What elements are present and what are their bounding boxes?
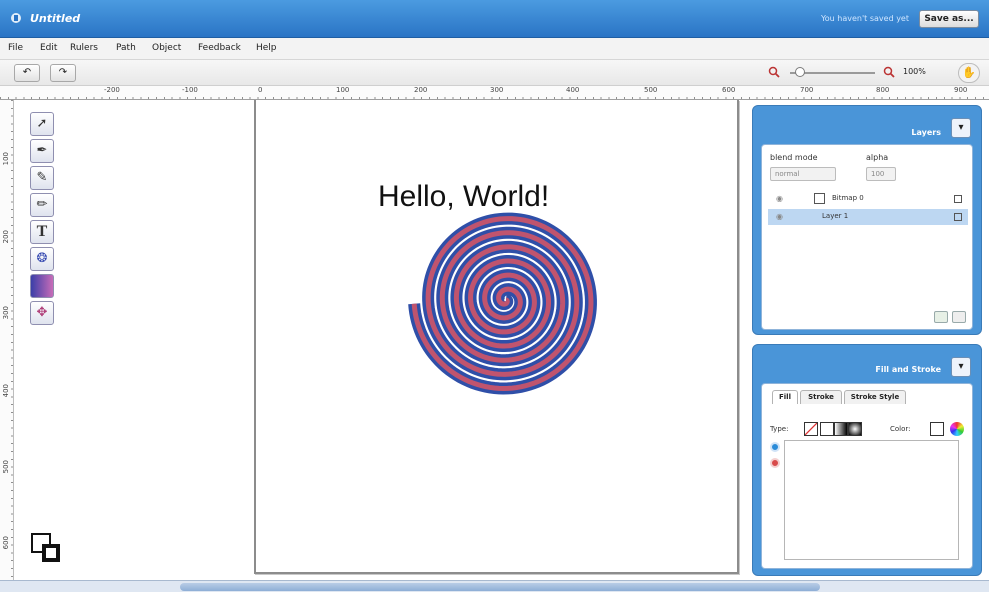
hand-tool-button[interactable]: ✋ xyxy=(958,63,980,83)
fill-stroke-swatch-icon[interactable] xyxy=(30,532,62,564)
gradient-editor-area[interactable] xyxy=(784,440,959,560)
ruler-label: 700 xyxy=(800,86,814,94)
zoom-out-icon[interactable] xyxy=(768,66,780,78)
solid-fill-icon[interactable] xyxy=(820,422,834,436)
spiral-shape[interactable] xyxy=(400,200,612,400)
transform-tool-button[interactable]: ✥ xyxy=(30,301,54,325)
lock-icon[interactable] xyxy=(954,213,962,221)
layers-panel-title: Layers xyxy=(911,128,941,137)
ruler-label: -100 xyxy=(182,86,198,94)
save-as-button[interactable]: Save as... xyxy=(919,10,979,28)
menu-object[interactable]: Object xyxy=(152,43,181,53)
ruler-label: 400 xyxy=(566,86,580,94)
ruler-label: -200 xyxy=(104,86,120,94)
window-title: Untitled xyxy=(30,12,81,25)
zoom-value: 100% xyxy=(903,67,926,76)
ruler-label: 100 xyxy=(2,152,10,166)
color-label: Color: xyxy=(890,425,911,433)
menu-path[interactable]: Path xyxy=(116,43,136,53)
fill-stroke-panel-title: Fill and Stroke xyxy=(875,365,941,374)
ruler-label: 300 xyxy=(490,86,504,94)
app-icon xyxy=(11,13,21,23)
lock-icon[interactable] xyxy=(954,195,962,203)
ruler-label: 500 xyxy=(2,460,10,474)
type-label: Type: xyxy=(770,425,789,433)
menu-rulers[interactable]: Rulers xyxy=(70,43,98,53)
ruler-label: 200 xyxy=(414,86,428,94)
layer-name: Bitmap 0 xyxy=(832,194,864,202)
delete-layer-icon[interactable] xyxy=(952,311,966,323)
zoom-slider-thumb[interactable] xyxy=(795,67,805,77)
ruler-label: 200 xyxy=(2,230,10,244)
layers-panel-body: blend mode normal alpha 100 ◉ Bitmap 0 ◉… xyxy=(761,144,973,330)
toolbar: ↶ ↷ 100% ✋ xyxy=(0,60,989,86)
ruler-label: 500 xyxy=(644,86,658,94)
layer-name: Layer 1 xyxy=(822,212,849,220)
blend-mode-label: blend mode xyxy=(770,153,818,162)
layer-row-layer-1[interactable]: ◉ Layer 1 xyxy=(768,209,968,225)
ruler-label: 0 xyxy=(258,86,263,94)
layer-row-bitmap-0[interactable]: ◉ Bitmap 0 xyxy=(768,191,968,207)
fill-stroke-panel-menu-button[interactable]: ▾ xyxy=(951,357,971,377)
alpha-label: alpha xyxy=(866,153,889,162)
ruler-label: 100 xyxy=(336,86,350,94)
visibility-icon[interactable]: ◉ xyxy=(776,212,783,221)
layers-panel-menu-button[interactable]: ▾ xyxy=(951,118,971,138)
horizontal-scrollbar[interactable] xyxy=(0,580,989,592)
pencil-tool-button[interactable]: ✏ xyxy=(30,193,54,217)
ruler-label: 300 xyxy=(2,306,10,320)
fill-and-stroke-panel: Fill and Stroke ▾ Fill Stroke Stroke Sty… xyxy=(752,344,982,576)
fill-stroke-panel-body: Fill Stroke Stroke Style Type: Color: xyxy=(761,383,973,569)
color-wheel-icon[interactable] xyxy=(950,422,964,436)
alpha-field[interactable]: 100 xyxy=(866,167,896,181)
eyedropper-tool-button[interactable]: ✎ xyxy=(30,166,54,190)
redo-button[interactable]: ↷ xyxy=(50,64,76,82)
blend-mode-select[interactable]: normal xyxy=(770,167,836,181)
menu-file[interactable]: File xyxy=(8,43,23,53)
spiral-tool-button[interactable]: ❂ xyxy=(30,247,54,271)
tab-stroke-style[interactable]: Stroke Style xyxy=(844,390,906,404)
zoom-in-icon[interactable] xyxy=(883,66,895,78)
remove-stop-icon[interactable] xyxy=(770,458,780,468)
menu-help[interactable]: Help xyxy=(256,43,277,53)
layer-thumbnail xyxy=(814,193,825,204)
menu-feedback[interactable]: Feedback xyxy=(198,43,241,53)
undo-button[interactable]: ↶ xyxy=(14,64,40,82)
title-bar: Untitled You haven't saved yet Save as..… xyxy=(0,0,989,38)
ruler-label: 600 xyxy=(722,86,736,94)
tab-fill[interactable]: Fill xyxy=(772,390,798,404)
select-tool-button[interactable]: ➚ xyxy=(30,112,54,136)
pen-tool-button[interactable]: ✒ xyxy=(30,139,54,163)
menu-edit[interactable]: Edit xyxy=(40,43,57,53)
no-fill-icon[interactable] xyxy=(804,422,818,436)
menu-bar: File Edit Rulers Path Object Feedback He… xyxy=(0,38,989,60)
ruler-label: 900 xyxy=(954,86,968,94)
linear-gradient-icon[interactable] xyxy=(834,422,848,436)
radial-gradient-icon[interactable] xyxy=(848,422,862,436)
vertical-ruler[interactable] xyxy=(0,100,14,580)
save-status: You haven't saved yet xyxy=(820,14,909,23)
fill-color-box[interactable] xyxy=(930,422,944,436)
add-stop-icon[interactable] xyxy=(770,442,780,452)
ruler-label: 600 xyxy=(2,536,10,550)
ruler-label: 800 xyxy=(876,86,890,94)
scrollbar-thumb[interactable] xyxy=(180,583,820,591)
text-tool-button[interactable]: T xyxy=(30,220,54,244)
ruler-label: 400 xyxy=(2,384,10,398)
gradient-tool-button[interactable] xyxy=(30,274,54,298)
tool-palette: ➚ ✒ ✎ ✏ T ❂ ✥ xyxy=(30,112,56,328)
visibility-icon[interactable]: ◉ xyxy=(776,194,783,203)
new-layer-icon[interactable] xyxy=(934,311,948,323)
layers-panel: Layers ▾ blend mode normal alpha 100 ◉ B… xyxy=(752,105,982,335)
tab-stroke[interactable]: Stroke xyxy=(800,390,842,404)
